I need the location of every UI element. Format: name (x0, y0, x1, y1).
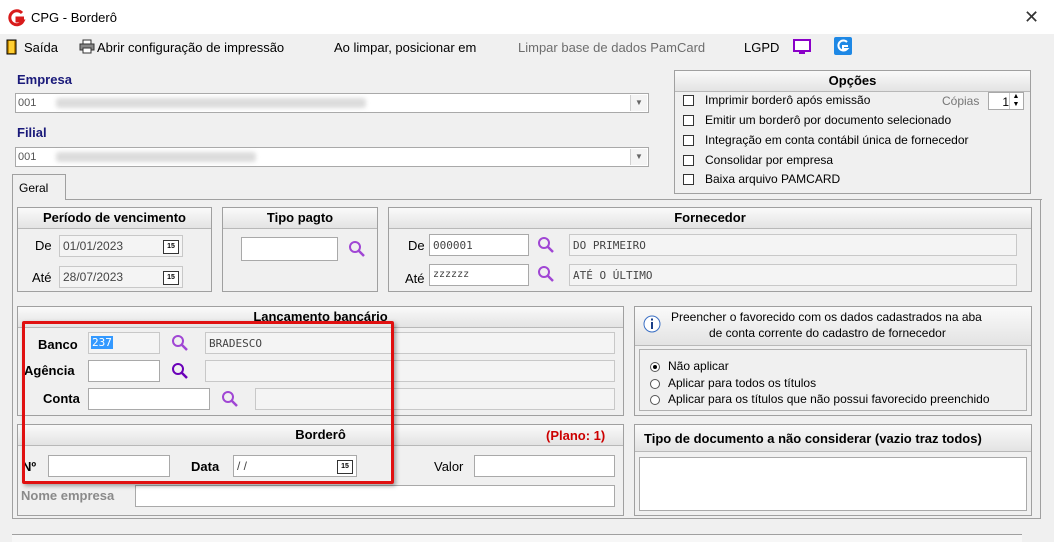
search-icon[interactable] (348, 240, 366, 258)
toolbar: Saída Abrir configuração de impressão Ao… (0, 34, 1054, 60)
tab-right-border (1040, 199, 1041, 519)
close-icon[interactable]: ✕ (1024, 7, 1039, 28)
filial-code: 001 (18, 151, 37, 163)
highlight-box (22, 321, 394, 484)
opcao-checkbox-4[interactable] (683, 155, 694, 166)
fornecedor-de-label: De (408, 238, 425, 253)
periodo-ate-label: Até (32, 270, 52, 285)
print-config-button[interactable]: Abrir configuração de impressão (97, 40, 284, 55)
periodo-de-label: De (35, 238, 52, 253)
opcao-checkbox-1[interactable] (683, 95, 694, 106)
empresa-select[interactable]: 001 ▼ (15, 93, 649, 113)
tipo-doc-title: Tipo de documento a não considerar (vazi… (644, 431, 982, 446)
periodo-ate-value: 28/07/2023 (63, 270, 124, 284)
on-clear-position-button[interactable]: Ao limpar, posicionar em (334, 40, 476, 55)
nome-empresa-input[interactable] (135, 485, 615, 507)
favorecido-header: Preencher o favorecido com os dados cada… (635, 307, 1031, 346)
printer-icon (79, 39, 95, 54)
favorecido-info-line2: de conta corrente do cadastro de fornece… (709, 326, 946, 340)
tab-geral-label: Geral (19, 181, 49, 195)
opcao-label-3: Integração em conta contábil única de fo… (705, 133, 969, 147)
app-logo-icon (8, 9, 26, 27)
tipo-pagto-input[interactable] (241, 237, 338, 261)
periodo-de-value: 01/01/2023 (63, 239, 124, 253)
opcao-checkbox-2[interactable] (683, 115, 694, 126)
tipo-pagto-title: Tipo pagto (223, 208, 377, 229)
fornecedor-de-name: DO PRIMEIRO (573, 239, 646, 252)
tab-geral[interactable]: Geral (12, 174, 66, 200)
stepper-arrows-icon[interactable]: ▲ ▼ (1009, 93, 1022, 109)
search-icon[interactable] (537, 236, 555, 254)
copias-value: 1 (1002, 95, 1009, 109)
fornecedor-de-code: 000001 (433, 239, 473, 252)
tab-bottom-border (12, 518, 1041, 519)
app-g-icon[interactable] (834, 37, 852, 55)
opcao-label-5: Baixa arquivo PAMCARD (705, 172, 841, 186)
info-icon (643, 315, 661, 333)
empresa-label: Empresa (17, 72, 72, 87)
fornecedor-de-code-input[interactable]: 000001 (429, 234, 529, 256)
fornecedor-de-name-input: DO PRIMEIRO (569, 234, 1017, 256)
chevron-down-icon[interactable]: ▼ (630, 149, 647, 165)
fornecedor-ate-code-input[interactable]: zzzzzz (429, 264, 529, 286)
calendar-icon[interactable]: 15 (163, 271, 179, 285)
chevron-down-icon[interactable]: ▼ (630, 95, 647, 111)
redacted-text (56, 98, 366, 108)
copias-label: Cópias (942, 94, 980, 108)
opcao-label-4: Consolidar por empresa (705, 153, 834, 167)
periodo-ate-input[interactable]: 28/07/2023 15 (59, 266, 183, 288)
exit-button[interactable]: Saída (24, 40, 58, 55)
title-bar: CPG - Borderô ✕ (0, 0, 1054, 34)
tipo-pagto-panel: Tipo pagto (222, 207, 378, 292)
tipo-doc-list[interactable] (639, 457, 1027, 511)
filial-select[interactable]: 001 ▼ (15, 147, 649, 167)
radio-aplicar-sem-favorecido[interactable] (650, 395, 660, 405)
fornecedor-title: Fornecedor (389, 208, 1031, 229)
fornecedor-ate-code: zzzzzz (433, 269, 470, 280)
periodo-title: Período de vencimento (18, 208, 211, 229)
search-icon[interactable] (537, 265, 555, 283)
opcoes-title: Opções (675, 71, 1030, 92)
clear-pamcard-db-button[interactable]: Limpar base de dados PamCard (518, 40, 705, 55)
opcao-checkbox-3[interactable] (683, 135, 694, 146)
valor-input[interactable] (474, 455, 615, 477)
copias-stepper[interactable]: 1 ▲ ▼ (988, 92, 1024, 110)
favorecido-radio-group: Não aplicar Aplicar para todos os título… (639, 349, 1027, 411)
opcao-label-2: Emitir um borderô por documento selecion… (705, 113, 952, 127)
exit-door-icon (6, 39, 17, 55)
tab-divider (66, 199, 1042, 200)
opcoes-panel: Opções Imprimir borderô após emissão Cóp… (674, 70, 1031, 194)
opcao-label-1: Imprimir borderô após emissão (705, 93, 871, 107)
tipo-doc-header: Tipo de documento a não considerar (vazi… (635, 425, 1031, 452)
radio-label-1: Não aplicar (668, 359, 729, 373)
lgpd-button[interactable]: LGPD (744, 40, 779, 55)
tipo-doc-panel: Tipo de documento a não considerar (vazi… (634, 424, 1032, 516)
radio-aplicar-todos[interactable] (650, 379, 660, 389)
periodo-de-input[interactable]: 01/01/2023 15 (59, 235, 183, 257)
window-title: CPG - Borderô (31, 10, 117, 25)
radio-label-3: Aplicar para os títulos que não possui f… (668, 392, 990, 406)
filial-label: Filial (17, 125, 47, 140)
favorecido-info-line1: Preencher o favorecido com os dados cada… (671, 310, 982, 324)
opcao-checkbox-5[interactable] (683, 174, 694, 185)
valor-label: Valor (434, 459, 464, 474)
calendar-icon[interactable]: 15 (163, 240, 179, 254)
redacted-text (56, 152, 256, 162)
radio-nao-aplicar[interactable] (650, 362, 660, 372)
tab-left-border (12, 199, 13, 519)
periodo-panel: Período de vencimento De 01/01/2023 15 A… (17, 207, 212, 292)
fornecedor-ate-label: Até (405, 271, 425, 286)
empresa-code: 001 (18, 97, 37, 109)
plano-label: (Plano: 1) (546, 428, 606, 443)
radio-label-2: Aplicar para todos os títulos (668, 376, 817, 390)
nome-empresa-label: Nome empresa (21, 488, 115, 503)
favorecido-panel: Preencher o favorecido com os dados cada… (634, 306, 1032, 416)
monitor-icon[interactable] (792, 39, 812, 55)
fornecedor-panel: Fornecedor De 000001 DO PRIMEIRO Até zzz… (388, 207, 1032, 292)
fornecedor-ate-name: ATÉ O ÚLTIMO (573, 269, 653, 282)
fornecedor-ate-name-input: ATÉ O ÚLTIMO (569, 264, 1017, 286)
